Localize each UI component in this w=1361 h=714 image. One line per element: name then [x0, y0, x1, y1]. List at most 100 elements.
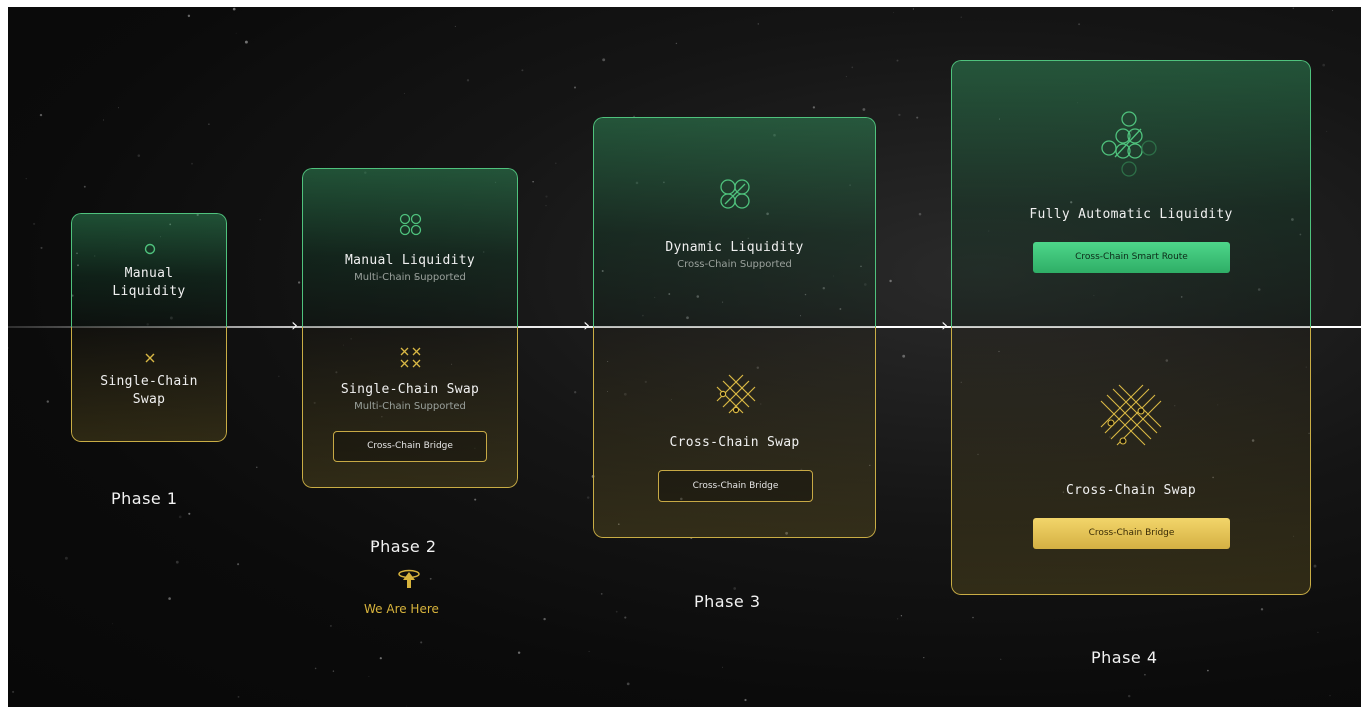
- phase4-liquidity-title: Fully Automatic Liquidity: [1029, 207, 1233, 222]
- star-dot: [675, 42, 678, 45]
- star-dot: [626, 682, 630, 686]
- phase2-swap-subtitle: Multi-Chain Supported: [354, 401, 466, 412]
- we-are-here-marker: We Are Here: [364, 602, 439, 616]
- star-dot: [83, 185, 86, 188]
- phase3-liquidity-subtitle: Cross-Chain Supported: [677, 259, 792, 270]
- circle-network-icon: [1101, 111, 1157, 177]
- star-dot: [1127, 694, 1131, 698]
- star-dot: [1292, 7, 1295, 10]
- star-dot: [1313, 564, 1317, 568]
- star-dot: [916, 116, 919, 119]
- star-dot: [137, 154, 141, 157]
- star-dot: [235, 32, 237, 34]
- star-dot: [1144, 673, 1146, 676]
- star-dot: [297, 281, 301, 284]
- star-dot: [314, 667, 317, 670]
- star-dot: [429, 577, 432, 580]
- star-dot: [912, 8, 915, 10]
- star-dot: [168, 597, 171, 600]
- phase4-card: Fully Automatic Liquidity Cross-Chain Sm…: [951, 60, 1311, 595]
- star-dot: [1332, 10, 1334, 12]
- star-dot: [329, 624, 332, 627]
- roadmap-stage: › › › Manual Liquidity Single-Chain Swap…: [8, 7, 1361, 707]
- star-dot: [1317, 631, 1319, 634]
- star-dot: [923, 657, 925, 659]
- star-dot: [896, 59, 899, 62]
- star-dot: [232, 7, 236, 11]
- star-dot: [900, 615, 903, 617]
- star-dot: [554, 162, 557, 165]
- star-dot: [111, 623, 113, 625]
- phase1-liquidity-panel: Manual Liquidity: [71, 213, 227, 327]
- star-dot: [812, 106, 816, 109]
- cross-chain-bridge-button[interactable]: Cross-Chain Bridge: [1033, 518, 1230, 549]
- star-dot: [573, 86, 577, 89]
- star-dot: [892, 11, 894, 13]
- star-dot: [117, 107, 120, 109]
- location-arrow-icon: [398, 569, 420, 588]
- star-dot: [574, 391, 577, 394]
- star-dot: [972, 616, 974, 619]
- phase2-swap-title: Single-Chain Swap: [340, 382, 480, 397]
- phase3-card: Dynamic Liquidity Cross-Chain Supported …: [593, 117, 876, 538]
- star-dot: [521, 69, 524, 72]
- star-dot: [543, 617, 546, 621]
- phase4-swap-title: Cross-Chain Swap: [1065, 483, 1197, 498]
- star-dot: [1078, 23, 1081, 26]
- star-dot: [12, 690, 15, 693]
- star-dot: [845, 76, 847, 78]
- phase1-liquidity-title-line1: Manual: [124, 266, 174, 281]
- arrow-right-icon: ›: [583, 315, 591, 336]
- phase1-swap-title-line2: Swap: [132, 392, 166, 407]
- star-dot: [187, 14, 191, 18]
- star-dot: [474, 498, 477, 501]
- cross-chain-bridge-button[interactable]: Cross-Chain Bridge: [658, 470, 813, 502]
- arrow-right-icon: ›: [291, 315, 299, 336]
- star-dot: [368, 676, 370, 677]
- star-dot: [208, 123, 210, 125]
- star-dot: [403, 92, 405, 95]
- phase1-swap-title-line1: Single-Chain: [100, 374, 198, 389]
- star-dot: [191, 162, 193, 165]
- phase3-swap-title: Cross-Chain Swap: [669, 435, 800, 450]
- star-dot: [8, 347, 10, 349]
- phase1-label: Phase 1: [111, 489, 178, 508]
- star-dot: [259, 219, 261, 221]
- interlocked-circles-icon: [720, 179, 750, 209]
- star-dot: [960, 16, 962, 18]
- phase2-liquidity-subtitle: Multi-Chain Supported: [354, 272, 466, 283]
- star-dot: [188, 512, 191, 515]
- star-dot: [586, 496, 590, 499]
- phase2-swap-panel: Single-Chain Swap Multi-Chain Supported …: [302, 327, 518, 488]
- phase3-label: Phase 3: [694, 592, 761, 611]
- star-dot: [1000, 658, 1002, 660]
- phase2-label: Phase 2: [370, 537, 437, 556]
- star-dot: [851, 66, 854, 69]
- cross-chain-bridge-button[interactable]: Cross-Chain Bridge: [333, 431, 487, 462]
- star-dot: [588, 650, 590, 653]
- cross-icon: [145, 353, 155, 363]
- star-dot: [332, 670, 335, 672]
- star-dot: [862, 108, 866, 111]
- star-dot: [244, 40, 248, 44]
- single-circle-icon: [144, 243, 156, 255]
- star-dot: [545, 205, 547, 207]
- star-dot: [757, 23, 760, 25]
- star-dot: [256, 466, 258, 468]
- star-dot: [902, 354, 906, 358]
- phase4-liquidity-panel: Fully Automatic Liquidity Cross-Chain Sm…: [951, 60, 1311, 327]
- star-dot: [64, 556, 68, 560]
- star-dot: [278, 375, 280, 378]
- star-dot: [517, 651, 521, 654]
- star-dot: [40, 246, 43, 249]
- star-dot: [1326, 130, 1328, 132]
- star-dot: [602, 58, 606, 62]
- cross-chain-smart-route-button[interactable]: Cross-Chain Smart Route: [1033, 242, 1230, 273]
- star-dot: [102, 119, 104, 121]
- phase1-swap-panel: Single-Chain Swap: [71, 327, 227, 442]
- four-crosses-icon: [400, 347, 421, 368]
- star-dot: [175, 560, 179, 564]
- phase1-card: Manual Liquidity Single-Chain Swap: [71, 213, 227, 442]
- star-dot: [1260, 608, 1264, 611]
- star-dot: [722, 666, 723, 668]
